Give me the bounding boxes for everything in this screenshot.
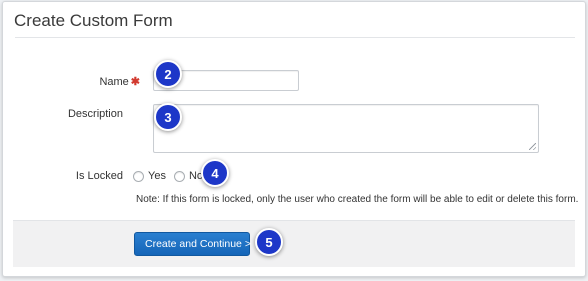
step-marker-4: 4 (201, 159, 229, 187)
create-custom-form-panel: Create Custom Form Name ✱ Description Is … (2, 1, 586, 277)
is-locked-radio-group: Yes No (133, 169, 211, 183)
description-label: Description (67, 108, 123, 120)
title-divider (15, 37, 575, 38)
name-label: Name ✱ (20, 75, 140, 88)
page-title: Create Custom Form (14, 11, 173, 30)
description-textarea[interactable] (153, 104, 539, 153)
radio-yes-label[interactable]: Yes (148, 170, 166, 182)
name-label-text: Name (99, 76, 129, 88)
form-footer (13, 220, 575, 267)
step-marker-3: 3 (154, 103, 182, 131)
radio-yes[interactable] (133, 170, 144, 182)
textarea-resize-icon[interactable] (529, 143, 536, 150)
locked-note: Note: If this form is locked, only the u… (136, 194, 579, 205)
is-locked-label: Is Locked (75, 170, 123, 182)
step-marker-2: 2 (154, 60, 182, 88)
required-asterisk-icon: ✱ (130, 76, 140, 88)
radio-no[interactable] (173, 170, 185, 182)
create-and-continue-button[interactable]: Create and Continue > (134, 232, 251, 256)
step-marker-5: 5 (255, 228, 283, 256)
